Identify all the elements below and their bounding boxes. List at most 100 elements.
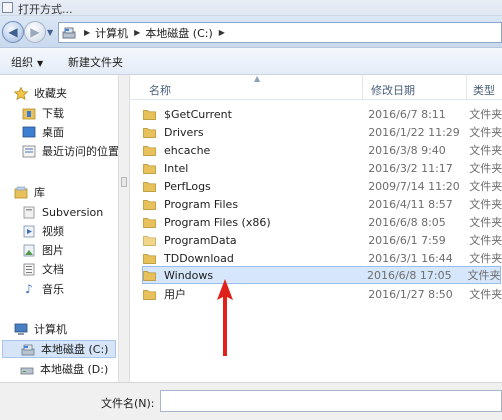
file-type: 文件夹 <box>469 162 502 175</box>
breadcrumb-computer[interactable]: 计算机 <box>95 25 128 41</box>
file-name: 用户 <box>164 288 186 301</box>
nav-item-label: 音乐 <box>42 283 64 296</box>
back-arrow-icon: ◀ <box>8 25 18 39</box>
nav-item-pictures[interactable]: 图片 <box>22 241 118 259</box>
file-row[interactable]: Program Files (x86) 2016/6/8 8:05 文件夹 <box>143 213 502 231</box>
nav-favorites[interactable]: 收藏夹 <box>14 84 118 102</box>
nav-item-label: 本地磁盘 (D:) <box>40 363 109 376</box>
file-row[interactable]: ProgramData 2016/6/1 7:59 文件夹 <box>143 231 502 249</box>
folder-icon <box>143 270 156 281</box>
history-dropdown-icon[interactable]: ▼ <box>47 28 53 37</box>
picture-icon <box>23 244 35 256</box>
file-row[interactable]: TDDownload 2016/3/1 16:44 文件夹 <box>143 249 502 267</box>
nav-item-documents[interactable]: 文档 <box>22 260 118 278</box>
file-date: 2009/7/14 11:20 <box>368 179 460 193</box>
organize-label: 组织 <box>11 56 33 69</box>
file-name: ehcache <box>164 143 211 157</box>
file-name: TDDownload <box>164 251 234 265</box>
file-type: 文件夹 <box>469 180 502 193</box>
filename-label: 文件名(N): <box>101 397 155 410</box>
file-type: 文件夹 <box>469 288 502 301</box>
file-date: 2016/1/22 11:29 <box>368 125 460 139</box>
file-row[interactable]: ehcache 2016/3/8 9:40 文件夹 <box>143 141 502 159</box>
nav-item-downloads[interactable]: 下载 <box>22 104 118 122</box>
nav-computer[interactable]: 计算机 <box>14 320 118 338</box>
nav-item-local-disk-c[interactable]: 本地磁盘 (C:) <box>2 340 116 358</box>
column-header-name[interactable]: 名称 <box>149 82 171 98</box>
organize-button[interactable]: 组织 ▼ <box>11 54 43 70</box>
file-row[interactable]: $GetCurrent 2016/6/7 8:11 文件夹 <box>143 105 502 123</box>
forward-button[interactable]: ▶ <box>24 21 46 43</box>
nav-item-label: 下载 <box>42 107 64 120</box>
nav-item-label: 视频 <box>42 225 64 238</box>
file-type: 文件夹 <box>467 269 500 282</box>
desktop-icon <box>22 126 36 137</box>
file-name: Drivers <box>164 125 204 139</box>
file-row[interactable]: Program Files 2016/4/11 8:57 文件夹 <box>143 195 502 213</box>
video-icon <box>23 225 35 237</box>
column-header-date[interactable]: 修改日期 <box>371 82 415 98</box>
column-divider[interactable] <box>362 75 363 100</box>
file-type: 文件夹 <box>469 252 502 265</box>
drive-icon <box>62 27 76 39</box>
nav-item-desktop[interactable]: 桌面 <box>22 123 118 141</box>
folder-icon <box>143 289 156 300</box>
nav-item-local-disk-d[interactable]: 本地磁盘 (D:) <box>20 360 118 378</box>
address-bar[interactable]: ▶ 计算机 ▶ 本地磁盘 (C:) ▶ <box>58 22 502 43</box>
folder-icon <box>143 145 156 156</box>
sort-ascending-icon: ▲ <box>254 75 261 83</box>
window-icon <box>2 2 13 13</box>
file-row[interactable]: Intel 2016/3/2 11:17 文件夹 <box>143 159 502 177</box>
computer-icon <box>14 323 28 335</box>
nav-item-label: Subversion <box>42 205 104 219</box>
music-icon: ♪ <box>25 281 33 296</box>
file-date: 2016/6/8 17:05 <box>366 268 452 282</box>
file-name: Program Files <box>164 197 239 211</box>
file-date: 2016/3/1 16:44 <box>368 251 453 265</box>
folder-icon <box>143 109 156 120</box>
column-divider[interactable] <box>466 75 467 100</box>
pane-splitter[interactable] <box>118 75 130 382</box>
navigation-pane: 收藏夹 下载 桌面 最近访问的位置 库 Subversion 视频 图片 文档 … <box>0 75 118 382</box>
file-row-selected[interactable]: Windows 2016/6/8 17:05 文件夹 <box>142 266 501 284</box>
nav-item-recent-places[interactable]: 最近访问的位置 <box>22 142 118 160</box>
nav-libraries-label: 库 <box>34 186 45 199</box>
forward-arrow-icon: ▶ <box>30 25 40 39</box>
file-row[interactable]: Drivers 2016/1/22 11:29 文件夹 <box>143 123 502 141</box>
file-name: ProgramData <box>164 233 237 247</box>
breadcrumb-local-disk-c[interactable]: 本地磁盘 (C:) <box>145 25 212 41</box>
breadcrumb-separator-icon[interactable]: ▶ <box>219 28 225 37</box>
file-date: 2016/1/27 8:50 <box>368 287 453 301</box>
library-icon <box>14 186 28 198</box>
nav-item-label: 文档 <box>42 263 64 276</box>
folder-icon <box>143 253 156 264</box>
file-type: 文件夹 <box>469 144 502 157</box>
column-header-type[interactable]: 类型 <box>473 82 495 98</box>
nav-item-subversion[interactable]: Subversion <box>22 203 118 221</box>
file-date: 2016/3/2 11:17 <box>368 161 453 175</box>
recent-places-icon <box>22 145 36 157</box>
file-date: 2016/6/7 8:11 <box>368 107 446 121</box>
document-icon <box>23 263 35 275</box>
file-name: Intel <box>164 161 189 175</box>
file-row[interactable]: 用户 2016/1/27 8:50 文件夹 <box>143 285 502 303</box>
nav-item-label: 本地磁盘 (C:) <box>41 343 109 356</box>
nav-computer-label: 计算机 <box>34 323 67 336</box>
nav-item-videos[interactable]: 视频 <box>22 222 118 240</box>
file-type: 文件夹 <box>469 198 502 211</box>
breadcrumb-separator-icon[interactable]: ▶ <box>84 28 90 37</box>
nav-item-music[interactable]: ♪ 音乐 <box>22 280 118 298</box>
column-header-row: ▲ 名称 修改日期 类型 <box>130 75 502 100</box>
nav-libraries[interactable]: 库 <box>14 183 118 201</box>
folder-icon <box>143 127 156 138</box>
back-button[interactable]: ◀ <box>2 21 24 43</box>
file-row[interactable]: PerfLogs 2009/7/14 11:20 文件夹 <box>143 177 502 195</box>
command-toolbar: 组织 ▼ 新建文件夹 <box>0 48 502 75</box>
splitter-handle[interactable] <box>121 177 127 187</box>
file-date: 2016/3/8 9:40 <box>368 143 446 157</box>
filename-input[interactable] <box>160 390 502 412</box>
library-folder-icon <box>23 206 35 218</box>
breadcrumb-separator-icon[interactable]: ▶ <box>134 28 140 37</box>
file-name: Windows <box>164 268 214 282</box>
new-folder-button[interactable]: 新建文件夹 <box>68 54 123 70</box>
